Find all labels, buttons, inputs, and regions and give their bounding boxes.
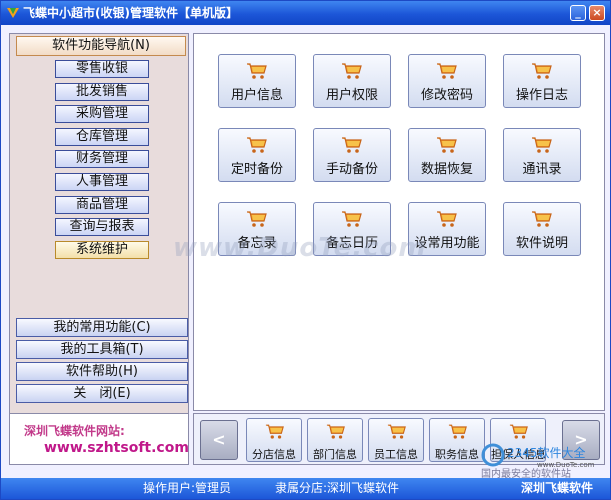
shopping-cart-icon xyxy=(247,137,267,153)
corner-logo: 2345软件大全 www.DuoTe.com 国内最安全的软件站 xyxy=(481,443,595,479)
shopping-cart-icon xyxy=(326,424,345,439)
shopping-cart-icon xyxy=(437,137,457,153)
close-button[interactable]: × xyxy=(589,5,605,21)
chevron-left-icon[interactable]: < xyxy=(200,420,238,460)
shortcut-label: 职务信息 xyxy=(435,448,479,461)
shopping-cart-icon xyxy=(509,424,528,439)
shopping-cart-icon xyxy=(437,63,457,79)
watermark: www.DuoTe.com xyxy=(173,233,427,263)
shopping-cart-icon xyxy=(387,424,406,439)
shortcut-tile[interactable]: 分店信息 xyxy=(246,418,302,462)
shopping-cart-icon xyxy=(448,424,467,439)
nav-item[interactable]: 仓库管理 xyxy=(55,127,149,146)
website-url[interactable]: www.szhtsoft.com xyxy=(44,440,189,456)
nav-item[interactable]: 商品管理 xyxy=(55,195,149,214)
tile-label: 软件说明 xyxy=(515,236,568,251)
nav-item[interactable]: 系统维护 xyxy=(55,240,149,259)
website-label: 深圳飞蝶软件网站: xyxy=(24,424,125,438)
shortcut-tile[interactable]: 员工信息 xyxy=(368,418,424,462)
website-box: 深圳飞蝶软件网站: www.szhtsoft.com xyxy=(9,413,189,465)
tile-label: 修改密码 xyxy=(420,88,473,103)
nav-item[interactable]: 人事管理 xyxy=(55,173,149,191)
nav-panel: 软件功能导航(N) 零售收银批发销售采购管理仓库管理财务管理人事管理商品管理查询… xyxy=(9,33,189,465)
function-tile[interactable]: 操作日志 xyxy=(503,54,581,108)
function-tile[interactable]: 修改密码 xyxy=(408,54,486,108)
nav-item[interactable]: 采购管理 xyxy=(55,105,149,124)
shortcut-tile[interactable]: 部门信息 xyxy=(307,418,363,462)
tile-label: 定时备份 xyxy=(230,162,283,177)
nav-item[interactable]: 查询与报表 xyxy=(55,218,149,237)
shopping-cart-icon xyxy=(342,211,362,227)
minimize-button[interactable]: _ xyxy=(570,5,586,21)
lower-button[interactable]: 关 闭(E) xyxy=(16,384,188,403)
nav-header[interactable]: 软件功能导航(N) xyxy=(16,36,186,56)
function-tile[interactable]: 手动备份 xyxy=(313,128,391,182)
shopping-cart-icon xyxy=(342,63,362,79)
function-tile[interactable]: 定时备份 xyxy=(218,128,296,182)
function-tile[interactable]: 软件说明 xyxy=(503,202,581,256)
window-title: 飞蝶中小超市(收银)管理软件【单机版】 xyxy=(23,6,238,20)
shopping-cart-icon xyxy=(437,211,457,227)
corner-logo-title: 2345软件大全 xyxy=(507,445,586,460)
status-bar: 操作用户:管理员 隶属分店:深圳飞蝶软件 深圳飞蝶软件 xyxy=(1,478,610,499)
status-operator: 操作用户:管理员 xyxy=(143,481,232,495)
nav-item[interactable]: 财务管理 xyxy=(55,150,149,169)
status-branch: 隶属分店:深圳飞蝶软件 xyxy=(275,481,400,495)
function-tile[interactable]: 用户信息 xyxy=(218,54,296,108)
shopping-cart-icon xyxy=(532,211,552,227)
status-brand: 深圳飞蝶软件 xyxy=(521,481,594,495)
tile-label: 操作日志 xyxy=(515,88,568,103)
lower-button[interactable]: 软件帮助(H) xyxy=(16,362,188,381)
title-bar[interactable]: 飞蝶中小超市(收银)管理软件【单机版】 _ × xyxy=(1,1,610,25)
lower-button[interactable]: 我的工具箱(T) xyxy=(16,340,188,359)
shopping-cart-icon xyxy=(342,137,362,153)
shortcut-label: 部门信息 xyxy=(313,448,357,461)
nav-item[interactable]: 零售收银 xyxy=(55,60,149,78)
tile-label: 数据恢复 xyxy=(420,162,473,177)
nav-item[interactable]: 批发销售 xyxy=(55,82,149,101)
shopping-cart-icon xyxy=(247,63,267,79)
shortcut-label: 分店信息 xyxy=(252,448,296,461)
function-tile[interactable]: 数据恢复 xyxy=(408,128,486,182)
function-tile[interactable]: 用户权限 xyxy=(313,54,391,108)
tile-label: 用户信息 xyxy=(230,88,283,103)
function-tile[interactable]: 通讯录 xyxy=(503,128,581,182)
tile-label: 通讯录 xyxy=(522,162,562,177)
shopping-cart-icon xyxy=(532,137,552,153)
app-logo-icon xyxy=(7,8,19,18)
shopping-cart-icon xyxy=(247,211,267,227)
app-window: 飞蝶中小超市(收银)管理软件【单机版】 _ × 软件功能导航(N) 零售收银批发… xyxy=(0,0,611,500)
function-panel: 用户信息 用户权限 修改密码 操作日志 定时备份 手动备份 数据恢复 通讯录 备忘录 备忘日历 设常… xyxy=(193,33,605,411)
lower-button[interactable]: 我的常用功能(C) xyxy=(16,318,188,337)
tile-label: 手动备份 xyxy=(325,162,378,177)
shortcut-label: 员工信息 xyxy=(374,448,418,461)
shopping-cart-icon xyxy=(265,424,284,439)
corner-logo-site: www.DuoTe.com xyxy=(537,461,595,469)
tile-label: 用户权限 xyxy=(325,88,378,103)
shopping-cart-icon xyxy=(532,63,552,79)
